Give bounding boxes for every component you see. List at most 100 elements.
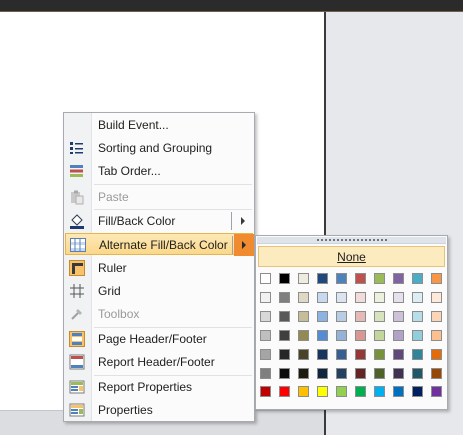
color-swatch[interactable] xyxy=(317,330,328,341)
menu-item-ruler[interactable]: Ruler xyxy=(65,257,253,279)
color-swatch[interactable] xyxy=(336,273,347,284)
color-swatch[interactable] xyxy=(374,368,385,379)
color-swatch[interactable] xyxy=(393,349,404,360)
color-swatch[interactable] xyxy=(431,386,442,397)
color-swatch[interactable] xyxy=(393,386,404,397)
color-swatch[interactable] xyxy=(393,330,404,341)
color-swatch[interactable] xyxy=(260,330,271,341)
color-swatch[interactable] xyxy=(393,273,404,284)
color-swatch[interactable] xyxy=(298,292,309,303)
color-swatch[interactable] xyxy=(355,292,366,303)
color-swatch[interactable] xyxy=(431,330,442,341)
menu-item-fill-back-color[interactable]: Fill/Back Color xyxy=(65,210,253,232)
color-swatch[interactable] xyxy=(279,273,290,284)
color-swatch[interactable] xyxy=(298,386,309,397)
menu-item-page-header-footer[interactable]: Page Header/Footer xyxy=(65,328,253,350)
color-swatch[interactable] xyxy=(298,311,309,322)
menu-item-build-event[interactable]: Build Event... xyxy=(65,114,253,136)
alternate-fill-color-palette: None xyxy=(255,235,448,410)
report-header-footer-icon xyxy=(68,354,85,370)
color-swatch[interactable] xyxy=(355,386,366,397)
menu-item-label: Tab Order... xyxy=(98,164,161,178)
color-swatch[interactable] xyxy=(298,330,309,341)
color-swatch[interactable] xyxy=(336,349,347,360)
color-swatch[interactable] xyxy=(260,273,271,284)
submenu-arrow-button[interactable] xyxy=(233,210,253,232)
color-swatch[interactable] xyxy=(374,349,385,360)
menu-separator xyxy=(94,184,252,185)
color-swatch[interactable] xyxy=(317,386,328,397)
menu-item-label: Build Event... xyxy=(98,118,169,132)
color-swatch[interactable] xyxy=(317,368,328,379)
color-swatch[interactable] xyxy=(279,386,290,397)
color-swatch[interactable] xyxy=(260,292,271,303)
chevron-right-icon xyxy=(241,217,245,225)
color-swatch[interactable] xyxy=(374,311,385,322)
menu-item-tab-order[interactable]: Tab Order... xyxy=(65,160,253,182)
color-swatch[interactable] xyxy=(298,273,309,284)
color-swatch[interactable] xyxy=(412,386,423,397)
color-swatch[interactable] xyxy=(412,349,423,360)
menu-item-report-header-footer[interactable]: Report Header/Footer xyxy=(65,351,253,373)
paste-icon xyxy=(68,189,85,205)
color-swatch[interactable] xyxy=(431,273,442,284)
color-swatch[interactable] xyxy=(317,292,328,303)
color-swatch[interactable] xyxy=(431,292,442,303)
color-swatch[interactable] xyxy=(431,368,442,379)
color-swatch[interactable] xyxy=(355,273,366,284)
color-swatch[interactable] xyxy=(374,273,385,284)
color-swatch[interactable] xyxy=(355,330,366,341)
menu-item-alternate-fill-back-color[interactable]: Alternate Fill/Back Color xyxy=(65,233,254,256)
menu-item-paste[interactable]: Paste xyxy=(65,186,253,208)
color-swatch[interactable] xyxy=(336,311,347,322)
palette-drag-handle[interactable] xyxy=(257,237,446,244)
color-swatch[interactable] xyxy=(355,311,366,322)
color-swatch[interactable] xyxy=(279,330,290,341)
color-swatch[interactable] xyxy=(412,273,423,284)
color-swatch[interactable] xyxy=(374,386,385,397)
color-swatch[interactable] xyxy=(260,368,271,379)
color-swatch[interactable] xyxy=(355,349,366,360)
menu-item-toolbox[interactable]: Toolbox xyxy=(65,303,253,325)
color-swatch[interactable] xyxy=(336,292,347,303)
color-swatch[interactable] xyxy=(393,311,404,322)
menu-item-properties[interactable]: Properties xyxy=(65,399,253,421)
color-swatch[interactable] xyxy=(412,368,423,379)
color-swatch[interactable] xyxy=(260,311,271,322)
menu-item-label: Ruler xyxy=(98,261,127,275)
split-button-divider xyxy=(231,212,232,230)
submenu-arrow-button[interactable] xyxy=(234,234,254,256)
color-swatch[interactable] xyxy=(393,292,404,303)
menu-item-label: Page Header/Footer xyxy=(98,332,207,346)
color-swatch[interactable] xyxy=(279,311,290,322)
color-swatch[interactable] xyxy=(317,349,328,360)
menu-item-sorting-and-grouping[interactable]: Sorting and Grouping xyxy=(65,137,253,159)
color-swatch[interactable] xyxy=(279,368,290,379)
color-swatch[interactable] xyxy=(412,330,423,341)
color-swatch[interactable] xyxy=(336,330,347,341)
menu-item-report-properties[interactable]: Report Properties xyxy=(65,376,253,398)
menu-item-label: Grid xyxy=(98,284,121,298)
color-swatch[interactable] xyxy=(355,368,366,379)
color-swatch[interactable] xyxy=(317,273,328,284)
color-swatch[interactable] xyxy=(431,311,442,322)
color-swatch[interactable] xyxy=(260,386,271,397)
color-swatch[interactable] xyxy=(298,349,309,360)
color-swatch[interactable] xyxy=(412,292,423,303)
tab-order-icon xyxy=(68,163,85,179)
color-swatch[interactable] xyxy=(336,368,347,379)
color-swatch[interactable] xyxy=(412,311,423,322)
color-swatch[interactable] xyxy=(260,349,271,360)
color-swatch[interactable] xyxy=(431,349,442,360)
menu-item-grid[interactable]: Grid xyxy=(65,280,253,302)
color-swatch[interactable] xyxy=(279,292,290,303)
color-swatch[interactable] xyxy=(317,311,328,322)
no-color-button[interactable]: None xyxy=(258,246,445,267)
color-swatch[interactable] xyxy=(279,349,290,360)
color-swatch[interactable] xyxy=(374,330,385,341)
color-swatch[interactable] xyxy=(336,386,347,397)
menu-item-label: Report Header/Footer xyxy=(98,355,215,369)
color-swatch[interactable] xyxy=(298,368,309,379)
color-swatch[interactable] xyxy=(393,368,404,379)
color-swatch[interactable] xyxy=(374,292,385,303)
